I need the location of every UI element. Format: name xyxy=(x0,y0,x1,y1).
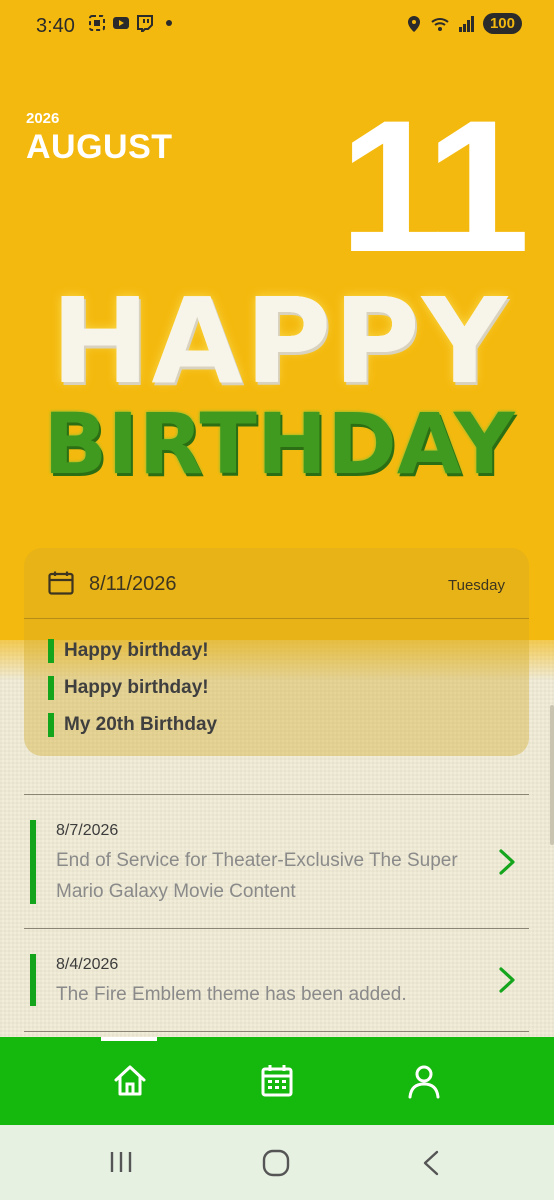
news-title: End of Service for Theater-Exclusive The… xyxy=(56,850,458,902)
day-events-card[interactable]: 8/11/2026 Tuesday Happy birthday! Happy … xyxy=(24,548,529,756)
notification-icons xyxy=(88,14,178,32)
home-icon[interactable] xyxy=(110,1061,150,1101)
calendar-icon[interactable] xyxy=(257,1061,297,1101)
chevron-right-icon xyxy=(499,967,515,993)
birthday-artwork: BIRTHDAY xyxy=(43,395,515,493)
card-weekday: Tuesday xyxy=(448,577,505,594)
twitch-icon xyxy=(137,15,153,32)
location-icon xyxy=(407,15,420,32)
event-title: Happy birthday! xyxy=(64,677,209,698)
screenshot-icon xyxy=(89,15,105,31)
profile-icon[interactable] xyxy=(404,1061,444,1101)
system-icons: 100 xyxy=(405,13,522,34)
system-navigation-bar xyxy=(0,1125,554,1200)
active-tab-indicator xyxy=(101,1037,157,1041)
event-title: My 20th Birthday xyxy=(64,714,218,735)
back-icon[interactable] xyxy=(420,1149,442,1177)
news-item[interactable]: 8/7/2026 End of Service for Theater-Excl… xyxy=(30,820,530,906)
card-date: 8/11/2026 xyxy=(89,573,177,595)
event-marker xyxy=(48,676,54,700)
recent-apps-icon[interactable] xyxy=(108,1149,134,1175)
dot-icon xyxy=(166,20,172,26)
wifi-icon xyxy=(431,17,449,31)
chevron-right-icon xyxy=(499,849,515,875)
calendar-icon xyxy=(48,571,74,595)
event-item[interactable]: My 20th Birthday xyxy=(48,712,217,738)
card-header: 8/11/2026 Tuesday xyxy=(24,548,529,619)
list-divider xyxy=(24,1031,529,1032)
news-date: 8/4/2026 xyxy=(56,956,119,973)
youtube-icon xyxy=(113,17,129,29)
bottom-navigation xyxy=(0,1037,554,1125)
status-time: 3:40 xyxy=(36,15,75,37)
home-button-icon[interactable] xyxy=(262,1149,290,1177)
signal-icon xyxy=(458,15,474,32)
scrollbar[interactable] xyxy=(550,705,554,845)
list-divider xyxy=(24,928,529,929)
news-marker xyxy=(30,820,36,904)
news-marker xyxy=(30,954,36,1006)
month-label: AUGUST xyxy=(26,128,173,166)
news-date: 8/7/2026 xyxy=(56,822,119,839)
event-marker xyxy=(48,713,54,737)
year-label: 2026 xyxy=(26,110,60,127)
happy-artwork: HAPPY xyxy=(50,272,510,410)
status-bar: 3:40 100 xyxy=(0,0,554,52)
battery-level: 100 xyxy=(482,13,522,34)
news-item[interactable]: 8/4/2026 The Fire Emblem theme has been … xyxy=(30,954,530,1008)
list-divider xyxy=(24,794,529,795)
day-number: 11 xyxy=(339,81,530,291)
news-title: The Fire Emblem theme has been added. xyxy=(56,984,407,1005)
event-marker xyxy=(48,639,54,663)
event-item[interactable]: Happy birthday! xyxy=(48,675,209,701)
event-item[interactable]: Happy birthday! xyxy=(48,638,209,664)
event-title: Happy birthday! xyxy=(64,640,209,661)
